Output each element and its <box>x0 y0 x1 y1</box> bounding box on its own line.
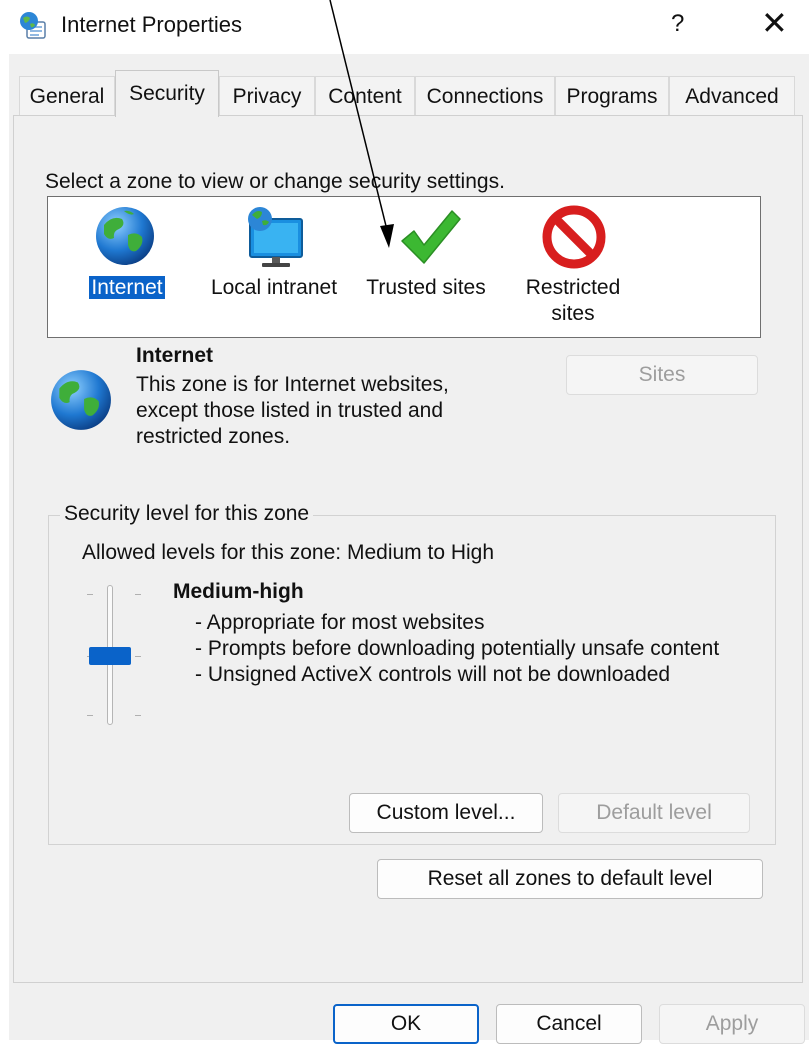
slider-tick <box>87 594 93 595</box>
help-button[interactable]: ? <box>671 10 684 38</box>
ok-button[interactable]: OK <box>333 1004 479 1044</box>
reset-all-zones-button[interactable]: Reset all zones to default level <box>377 859 763 899</box>
zone-label: Internet <box>89 276 165 299</box>
slider-tick <box>135 715 141 716</box>
selected-zone-description: This zone is for Internet websites, exce… <box>136 373 449 448</box>
tab-security[interactable]: Security <box>115 70 219 117</box>
sites-button[interactable]: Sites <box>566 355 758 395</box>
zone-list: Internet Local intranet Trusted sites Re… <box>47 196 761 338</box>
title-bar: Internet Properties ? ✕ <box>9 0 809 54</box>
prohibited-icon <box>542 205 606 269</box>
window-title: Internet Properties <box>61 12 242 37</box>
selected-zone-name: Internet <box>136 344 214 367</box>
zone-prompt-text: Select a zone to view or change security… <box>45 170 505 193</box>
intranet-monitor-icon <box>248 207 303 267</box>
zone-label: Local intranet <box>210 276 338 299</box>
default-level-button[interactable]: Default level <box>558 793 750 833</box>
slider-thumb[interactable] <box>89 647 131 665</box>
slider-tick <box>135 594 141 595</box>
tab-advanced[interactable]: Advanced <box>669 76 795 116</box>
zone-label: Restricted sites <box>525 276 621 325</box>
security-level-legend: Security level for this zone <box>60 502 314 526</box>
level-bullet: - Unsigned ActiveX controls will not be … <box>195 663 671 686</box>
close-button[interactable]: ✕ <box>761 4 788 42</box>
internet-properties-dialog: Internet Properties ? ✕ General Security… <box>9 0 809 1044</box>
tab-strip: General Security Privacy Content Connect… <box>9 70 809 117</box>
tab-programs[interactable]: Programs <box>555 76 669 116</box>
internet-options-icon <box>20 12 46 39</box>
custom-level-button[interactable]: Custom level... <box>349 793 543 833</box>
allowed-levels-text: Allowed levels for this zone: Medium to … <box>82 541 495 564</box>
level-bullet: - Appropriate for most websites <box>195 611 485 634</box>
tab-connections[interactable]: Connections <box>415 76 555 116</box>
tab-general[interactable]: General <box>19 76 115 116</box>
slider-tick <box>87 715 93 716</box>
level-bullet: - Prompts before downloading potentially… <box>195 637 720 660</box>
tab-content[interactable]: Content <box>315 76 415 116</box>
cancel-button[interactable]: Cancel <box>496 1004 642 1044</box>
globe-icon <box>96 207 154 265</box>
checkmark-icon <box>401 210 461 264</box>
security-level-description: - Appropriate for most websites - Prompt… <box>195 610 735 688</box>
tab-privacy[interactable]: Privacy <box>219 76 315 116</box>
globe-icon <box>51 370 111 430</box>
apply-button[interactable]: Apply <box>659 1004 805 1044</box>
slider-tick <box>135 656 141 657</box>
security-level-name: Medium-high <box>173 580 304 603</box>
zone-label: Trusted sites <box>366 276 486 299</box>
